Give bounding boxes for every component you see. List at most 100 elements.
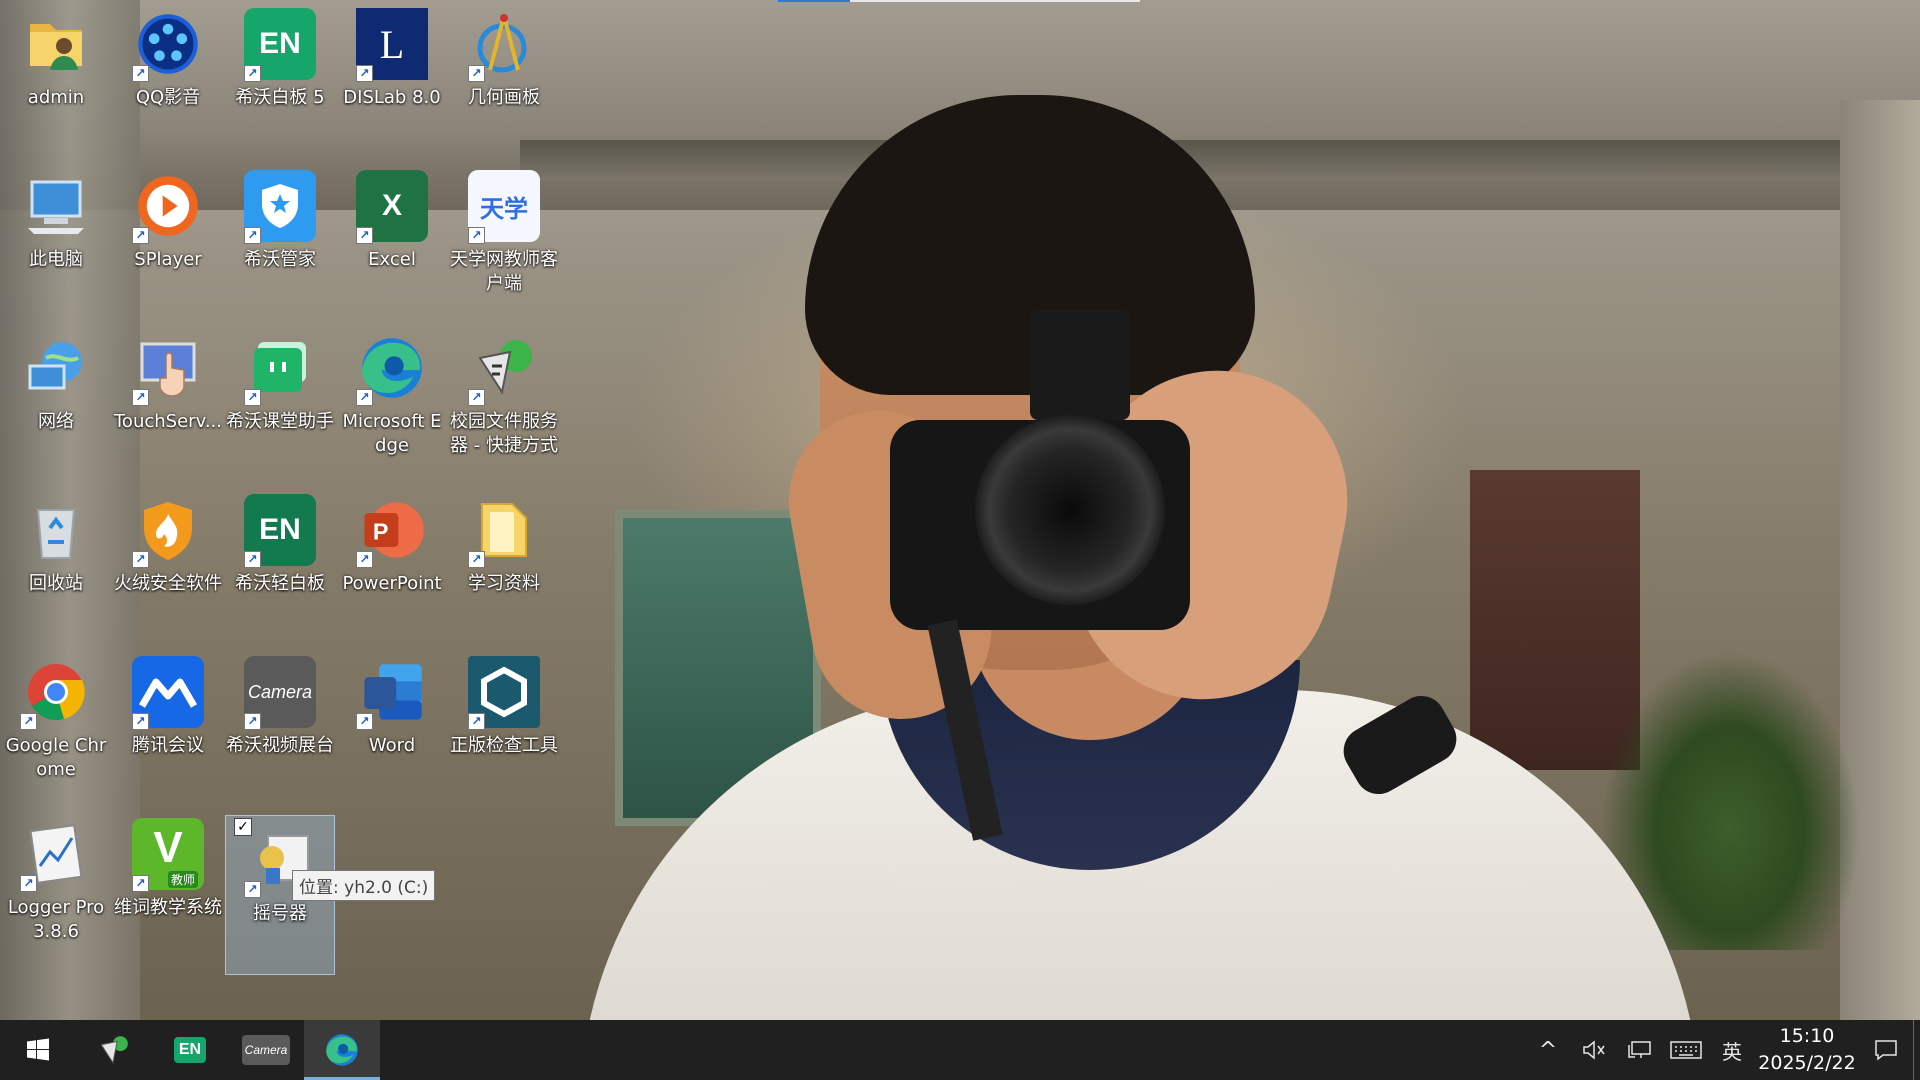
desktop-icon-network[interactable]: 网络	[1, 324, 111, 484]
user-folder-icon	[20, 8, 92, 80]
word-icon: ↗	[356, 656, 428, 730]
desktop-icon-this-pc[interactable]: 此电脑	[1, 162, 111, 322]
desktop-icon-excel[interactable]: X ↗ Excel	[337, 162, 447, 322]
desktop-icon-huorong[interactable]: ↗ 火绒安全软件	[113, 486, 223, 646]
shortcut-arrow-icon: ↗	[132, 65, 149, 82]
desktop-icon-splayer[interactable]: ↗ SPlayer	[113, 162, 223, 322]
taskbar-app-edge[interactable]	[304, 1020, 380, 1080]
tianxue-icon: 天学 ↗	[468, 170, 540, 244]
checkbox-checked-icon[interactable]: ✓	[234, 818, 252, 836]
seewo-manager-shield-icon: ↗	[244, 170, 316, 244]
touch-hand-icon: ↗	[132, 332, 204, 406]
shortcut-arrow-icon: ↗	[244, 551, 261, 568]
shortcut-arrow-icon: ↗	[244, 65, 261, 82]
shortcut-arrow-icon: ↗	[132, 227, 149, 244]
volume-button[interactable]	[1571, 1020, 1617, 1080]
desktop-icon-google-chrome[interactable]: ↗ Google Chrome	[1, 648, 111, 808]
excel-icon: X ↗	[356, 170, 428, 244]
ftp-server-icon: ↗	[468, 332, 540, 406]
shortcut-arrow-icon: ↗	[244, 227, 261, 244]
touch-keyboard-button[interactable]	[1663, 1020, 1709, 1080]
edge-icon: ↗	[356, 332, 428, 406]
desktop-icon-geometer-sketchpad[interactable]: ↗ 几何画板	[449, 0, 559, 160]
input-method-indicator[interactable]: 英	[1709, 1020, 1755, 1080]
desktop-icon-word[interactable]: ↗ Word	[337, 648, 447, 808]
splayer-play-icon: ↗	[132, 170, 204, 244]
qq-player-icon: ↗	[132, 8, 204, 82]
shortcut-arrow-icon: ↗	[356, 713, 373, 730]
desktop-icon-admin[interactable]: admin	[1, 0, 111, 160]
shortcut-arrow-icon: ↗	[468, 551, 485, 568]
show-hidden-icons-chevron[interactable]: ^	[1525, 1020, 1571, 1080]
easinote-en-icon: EN ↗	[244, 8, 316, 82]
desktop-icon-dislab[interactable]: L ↗ DISLab 8.0	[337, 0, 447, 160]
recycle-bin-icon	[20, 494, 92, 566]
logger-pro-graph-icon: ↗	[20, 818, 92, 892]
shortcut-arrow-icon: ↗	[244, 713, 261, 730]
desktop-icon-genuine-check[interactable]: ↗ 正版检查工具	[449, 648, 559, 808]
desktop-icon-seewo-class-assistant[interactable]: ↗ 希沃课堂助手	[225, 324, 335, 484]
desktop-icon-recycle-bin[interactable]: 回收站	[1, 486, 111, 646]
shortcut-arrow-icon: ↗	[132, 875, 149, 892]
tooltip-location: 位置: yh2.0 (C:)	[292, 870, 436, 901]
system-tray: ^ 英 15:10 2025/2/22	[1525, 1020, 1920, 1080]
windows-logo-icon	[27, 1038, 49, 1061]
start-button[interactable]	[0, 1020, 76, 1080]
edge-icon	[326, 1034, 358, 1066]
geometer-compass-icon: ↗	[468, 8, 540, 82]
action-center-button[interactable]	[1859, 1020, 1913, 1080]
desktop-icon-tianxue-teacher[interactable]: 天学 ↗ 天学网教师客户端	[449, 162, 559, 322]
desktop-icon-tencent-meeting[interactable]: ↗ 腾讯会议	[113, 648, 223, 808]
notification-icon	[1875, 1040, 1897, 1061]
powerpoint-icon: P ↗	[356, 494, 428, 568]
desktop-icon-weici-teaching[interactable]: V 教师 ↗ 维词教学系统	[113, 810, 223, 970]
shortcut-arrow-icon: ↗	[132, 389, 149, 406]
computer-icon	[20, 170, 92, 242]
desktop-icon-seewo-manager[interactable]: ↗ 希沃管家	[225, 162, 335, 322]
shortcut-arrow-icon: ↗	[20, 875, 37, 892]
ethernet-network-icon	[1628, 1041, 1651, 1058]
show-desktop-button[interactable]	[1913, 1020, 1920, 1080]
volume-muted-icon	[1583, 1040, 1605, 1060]
loading-progress-bar	[778, 0, 1140, 2]
clock-time: 15:10	[1779, 1025, 1835, 1047]
chevron-up-icon: ^	[1538, 1037, 1558, 1063]
chrome-icon: ↗	[20, 656, 92, 730]
taskbar-app-camera[interactable]: Camera	[228, 1020, 304, 1080]
desktop-icon-logger-pro[interactable]: ↗ Logger Pro 3.8.6	[1, 810, 111, 970]
desktop-icon-campus-file-server[interactable]: ↗ 校园文件服务器 - 快捷方式	[449, 324, 559, 484]
shortcut-arrow-icon: ↗	[356, 227, 373, 244]
taskbar: EN Camera ^ 英 15:10 2025/2/22	[0, 1020, 1920, 1080]
shortcut-arrow-icon: ↗	[468, 389, 485, 406]
desktop-icon-seewo-video-booth[interactable]: Camera ↗ 希沃视频展台	[225, 648, 335, 808]
clock[interactable]: 15:10 2025/2/22	[1755, 1023, 1859, 1077]
desktop-icon-powerpoint[interactable]: P ↗ PowerPoint	[337, 486, 447, 646]
shortcut-arrow-icon: ↗	[468, 227, 485, 244]
shortcut-arrow-icon: ↗	[132, 551, 149, 568]
shortcut-arrow-icon: ↗	[468, 713, 485, 730]
shortcut-arrow-icon: ↗	[244, 389, 261, 406]
desktop-icon-easinote5[interactable]: EN ↗ 希沃白板 5	[225, 0, 335, 160]
desktop-icon-seewo-light-board[interactable]: EN ↗ 希沃轻白板	[225, 486, 335, 646]
shortcut-arrow-icon: ↗	[20, 713, 37, 730]
huorong-shield-flame-icon: ↗	[132, 494, 204, 568]
keyboard-icon	[1670, 1041, 1702, 1059]
weici-v-icon: V 教师 ↗	[132, 818, 204, 892]
shortcut-arrow-icon: ↗	[132, 713, 149, 730]
desktop-icon-microsoft-edge[interactable]: ↗ Microsoft Edge	[337, 324, 447, 484]
desktop-icon-touchserv[interactable]: ↗ TouchServ...	[113, 324, 223, 484]
tencent-meeting-icon: ↗	[132, 656, 204, 730]
desktop-icon-study-materials[interactable]: ↗ 学习资料	[449, 486, 559, 646]
geometer-ftp-icon	[100, 1036, 128, 1065]
shortcut-arrow-icon: ↗	[356, 65, 373, 82]
desktop-icon-qq-player[interactable]: ↗ QQ影音	[113, 0, 223, 160]
taskbar-app-geometer[interactable]	[76, 1020, 152, 1080]
taskbar-app-easinote[interactable]: EN	[152, 1020, 228, 1080]
shortcut-arrow-icon: ↗	[244, 881, 261, 898]
svg-text:P: P	[373, 519, 389, 545]
light-board-en-icon: EN ↗	[244, 494, 316, 568]
network-status-button[interactable]	[1617, 1020, 1663, 1080]
class-assistant-icon: ↗	[244, 332, 316, 406]
shortcut-arrow-icon: ↗	[356, 551, 373, 568]
dislab-icon: L ↗	[356, 8, 428, 82]
